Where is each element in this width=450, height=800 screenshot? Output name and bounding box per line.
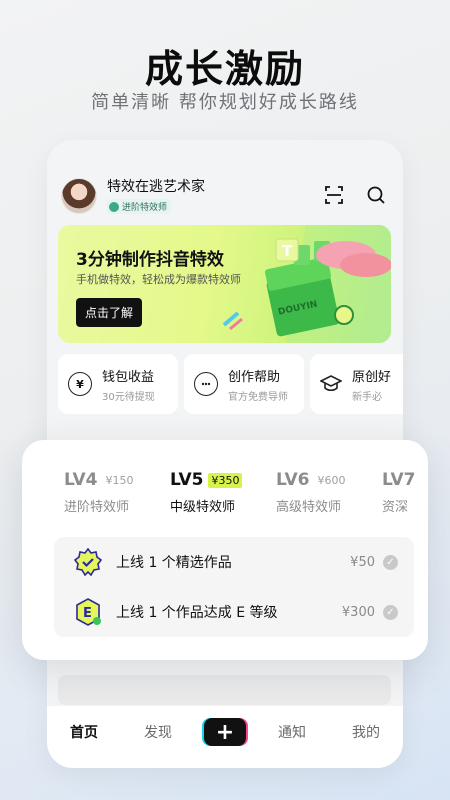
- task-text: 上线 1 个精选作品: [116, 555, 232, 571]
- quick-card-title: 钱包收益: [102, 369, 155, 385]
- hero-title: 成长激励: [144, 47, 305, 91]
- level-tab-lv7[interactable]: LV7 资深: [382, 470, 428, 515]
- quick-card-title: 创作帮助: [228, 369, 281, 385]
- create-button[interactable]: +: [204, 718, 246, 746]
- level-title: 高级特效师: [276, 500, 342, 515]
- level-title: 进阶特效师: [64, 500, 130, 515]
- level-tabs: LV4 ¥150 进阶特效师 LV5 ¥350 中级特效师 LV6 ¥600 高…: [22, 470, 428, 530]
- check-icon: ✓: [383, 604, 398, 620]
- quick-card-subtitle: 新手必: [352, 391, 382, 403]
- task-item[interactable]: E 上线 1 个作品达成 E 等级 ¥300 ✓: [54, 587, 414, 637]
- task-reward: ¥300: [341, 604, 375, 620]
- level-badge: 进阶特效师: [107, 199, 172, 214]
- quick-card-subtitle: 30元待提现: [102, 391, 155, 403]
- task-text: 上线 1 个作品达成 E 等级: [116, 605, 278, 621]
- tab-me[interactable]: 我的: [338, 722, 394, 742]
- level-tab-lv4[interactable]: LV4 ¥150 进阶特效师: [64, 470, 164, 515]
- banner-illustration: DOUYIN T: [222, 225, 391, 343]
- username: 特效在逃艺术家: [107, 179, 205, 195]
- level-title: 资深: [382, 500, 409, 515]
- check-star-badge-icon: [74, 548, 102, 576]
- content-placeholder: [58, 675, 391, 705]
- check-icon: ✓: [383, 554, 398, 570]
- quick-card-help[interactable]: 创作帮助 官方免费导师: [184, 354, 304, 414]
- banner-bubble-letter: T: [282, 242, 293, 260]
- quick-card-title: 原创好: [352, 369, 392, 385]
- level-name: LV4: [64, 470, 98, 490]
- level-panel: LV4 ¥150 进阶特效师 LV5 ¥350 中级特效师 LV6 ¥600 高…: [22, 440, 428, 660]
- level-title: 中级特效师: [170, 500, 236, 515]
- profile-header[interactable]: 特效在逃艺术家 进阶特效师: [61, 176, 205, 216]
- banner-title: 3分钟制作抖音特效: [76, 250, 224, 270]
- learn-more-button[interactable]: 点击了解: [76, 298, 143, 327]
- level-reward: ¥350: [208, 472, 243, 488]
- bottom-tabbar: 首页 发现 + 通知 我的: [47, 706, 403, 768]
- level-tab-lv5[interactable]: LV5 ¥350 中级特效师: [170, 470, 270, 515]
- quick-card-subtitle: 官方免费导师: [228, 391, 288, 403]
- hero-subtitle: 简单清晰 帮你规划好成长路线: [91, 92, 359, 113]
- quick-card-original[interactable]: 原创好 新手必: [310, 354, 403, 414]
- level-name: LV7: [382, 470, 416, 490]
- quick-card-wallet[interactable]: ¥ 钱包收益 30元待提现: [58, 354, 178, 414]
- chat-help-icon: [194, 372, 218, 396]
- search-icon[interactable]: [365, 184, 387, 206]
- yen-icon: ¥: [68, 372, 92, 396]
- avatar[interactable]: [61, 177, 97, 214]
- level-reward: ¥600: [317, 473, 346, 487]
- level-name: LV5: [170, 470, 204, 490]
- tab-discover[interactable]: 发现: [130, 722, 186, 742]
- promo-banner[interactable]: 3分钟制作抖音特效 手机做特效，轻松成为爆款特效师 点击了解 DOUYIN T: [58, 225, 391, 343]
- level-name: LV6: [276, 470, 310, 490]
- level-badge-label: 进阶特效师: [122, 203, 168, 213]
- grade-e-badge-icon: E: [76, 598, 101, 626]
- level-tab-lv6[interactable]: LV6 ¥600 高级特效师: [276, 470, 376, 515]
- task-list: 上线 1 个精选作品 ¥50 ✓ E 上线 1 个作品达成 E 等级 ¥300 …: [54, 537, 414, 637]
- grade-badge-letter: E: [83, 606, 92, 621]
- tab-home[interactable]: 首页: [56, 722, 112, 742]
- tab-notifications[interactable]: 通知: [264, 722, 320, 742]
- task-reward: ¥50: [350, 554, 375, 570]
- task-item[interactable]: 上线 1 个精选作品 ¥50 ✓: [54, 537, 414, 587]
- graduation-cap-icon: [320, 373, 342, 395]
- level-badge-icon: [109, 201, 119, 212]
- scan-icon[interactable]: [323, 184, 345, 206]
- level-reward: ¥150: [105, 473, 134, 487]
